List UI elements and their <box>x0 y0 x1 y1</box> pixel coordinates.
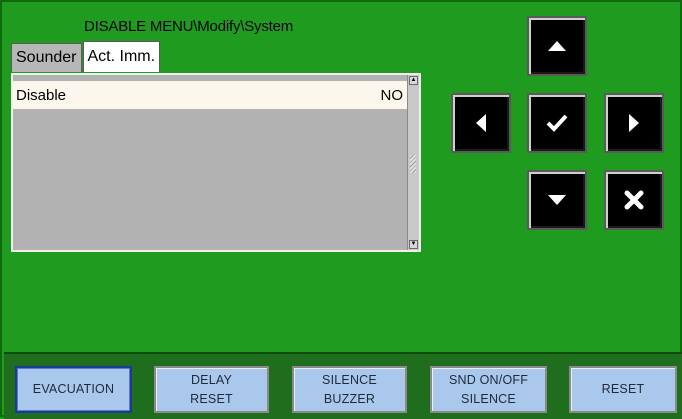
list-item-value: NO <box>380 86 404 104</box>
scroll-up-icon[interactable]: ▲ <box>409 76 418 85</box>
tab-sounder[interactable]: Sounder <box>11 43 82 72</box>
scroll-down-icon[interactable]: ▼ <box>409 240 418 249</box>
reset-label: RESET <box>601 382 645 396</box>
list-item-disable[interactable]: Disable NO <box>13 81 407 109</box>
panel-screen: DISABLE MENU\Modify\System Sounder Act. … <box>0 0 682 419</box>
delay-reset-button[interactable]: DELAY RESET <box>154 366 269 413</box>
reset-button[interactable]: RESET <box>569 366 677 413</box>
sounder-silence-label-1: SND ON/OFF <box>448 372 529 387</box>
menu-path-title: DISABLE MENU\Modify\System <box>84 18 294 35</box>
nav-right-button[interactable] <box>604 93 664 153</box>
evacuation-button[interactable]: EVACUATION <box>15 366 132 413</box>
sounder-silence-label-2: SILENCE <box>461 391 516 406</box>
cancel-button[interactable] <box>604 170 664 230</box>
cross-icon <box>624 190 644 210</box>
arrow-down-icon <box>548 195 566 205</box>
list-item-label: Disable <box>16 86 67 104</box>
tab-act-imm[interactable]: Act. Imm. <box>82 41 161 72</box>
nav-left-button[interactable] <box>451 93 511 153</box>
scroll-grip[interactable] <box>410 155 416 173</box>
confirm-button[interactable] <box>527 93 587 153</box>
delay-reset-label-1: DELAY <box>190 372 233 387</box>
silence-buzzer-label-2: BUZZER <box>323 391 376 406</box>
arrow-up-icon <box>548 41 566 51</box>
nav-down-button[interactable] <box>527 170 587 230</box>
silence-buzzer-label-1: SILENCE <box>322 372 377 387</box>
arrow-left-icon <box>476 114 486 132</box>
arrow-right-icon <box>629 114 639 132</box>
settings-list: Disable NO ▲ ▼ <box>11 73 421 252</box>
delay-reset-label-2: RESET <box>190 391 233 406</box>
nav-up-button[interactable] <box>527 16 587 76</box>
evacuation-label: EVACUATION <box>32 382 115 396</box>
function-bar: EVACUATION DELAY RESET SILENCE BUZZER SN… <box>4 352 682 419</box>
list-scrollbar[interactable]: ▲ ▼ <box>407 75 419 250</box>
silence-buzzer-button[interactable]: SILENCE BUZZER <box>292 366 407 413</box>
sounder-silence-button[interactable]: SND ON/OFF SILENCE <box>430 366 547 413</box>
tab-bar: Sounder Act. Imm. <box>11 41 161 74</box>
checkmark-icon <box>546 114 568 132</box>
